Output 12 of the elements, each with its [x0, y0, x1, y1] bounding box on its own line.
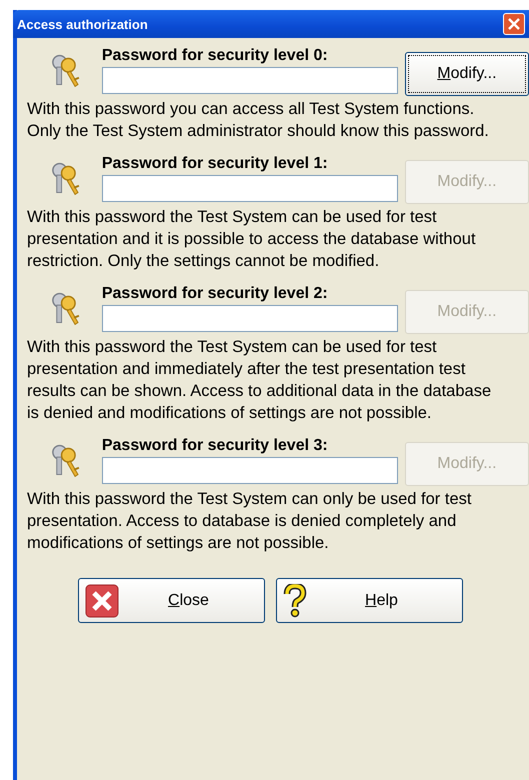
close-button[interactable]: Close: [78, 578, 265, 623]
description-text: With this password you can access all Test System functions. Only the Test System administrator should know this password.: [27, 99, 490, 142]
description-text: With this password the Test System can be used for test presentation and it is possible to access the database without restriction. Only the settings cannot be modified.: [27, 207, 477, 272]
password-label: Password for security level 3:: [102, 436, 329, 456]
help-button[interactable]: Help: [276, 578, 463, 623]
description-text: With this password the Test System can only be used for test presentation. Access to database is denied completely and modifications of settings are not possible.: [27, 489, 472, 554]
window-title: Access authorization: [17, 16, 148, 32]
password-label: Password for security level 0:: [102, 46, 329, 66]
modify-button[interactable]: Modify...: [404, 52, 529, 96]
password-label: Password for security level 1:: [102, 154, 329, 174]
password-label: Password for security level 2:: [102, 284, 329, 304]
description-text: With this password the Test System can be used for test presentation and immediately after the test presentation test results can be shown. Access to additional data in the database is denied and modifications of settings are not possible.: [27, 337, 492, 424]
